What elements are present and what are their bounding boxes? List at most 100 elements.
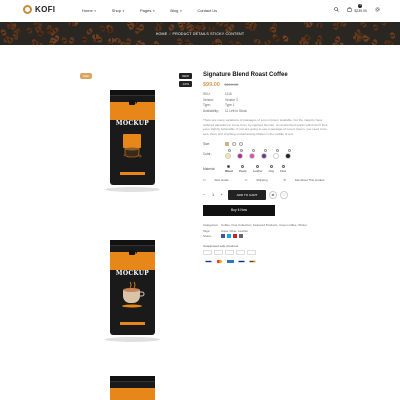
pinterest-icon[interactable] xyxy=(232,234,237,239)
coffee-bag xyxy=(110,376,155,400)
product-meta: SKU: 1116 Vendor: Vendor 3 Type: Type 1 Ava… xyxy=(203,92,383,114)
coffee-bean xyxy=(227,39,236,45)
bag-top xyxy=(110,240,155,246)
material-radio[interactable]: Wood xyxy=(225,165,233,173)
heart-icon[interactable]: ♡ xyxy=(280,191,288,199)
paypal-icon xyxy=(236,249,245,262)
compare-icon[interactable]: ⇄ xyxy=(269,191,277,199)
nav-pages[interactable]: Pages ▼ xyxy=(140,8,155,13)
coffee-bean xyxy=(215,22,224,28)
site-header: KOFI Home ▼ Shop ▼ Pages ▼ Blog ▼ Contact Us… xyxy=(0,0,400,22)
material-radio[interactable]: Plastic xyxy=(239,165,247,173)
swatch-radio xyxy=(287,149,291,152)
color-swatch[interactable] xyxy=(237,149,245,159)
bag-icon xyxy=(347,7,352,12)
size-swatch[interactable] xyxy=(232,142,236,146)
bag-label-text: MOCKUP xyxy=(115,120,150,127)
product-links: ▭ Size Guide ▭ Shipping ✉ Ask About This… xyxy=(203,178,383,182)
swatch-dot xyxy=(237,153,243,159)
quantity-value[interactable]: 1 xyxy=(212,193,214,197)
material-name: Plastic xyxy=(238,169,247,173)
product-description: There are many variations of passages of… xyxy=(203,118,328,136)
product-details: Signature Blend Roast Coffee $99.00 $110… xyxy=(203,72,383,263)
coffee-bean xyxy=(370,38,378,45)
swatch-radio xyxy=(275,149,279,152)
latte-cup-icon xyxy=(122,281,145,308)
product-image-2[interactable]: MOCKUP xyxy=(80,220,195,360)
gear-icon[interactable] xyxy=(375,7,380,14)
truck-icon: ▭ xyxy=(244,178,249,182)
quantity-stepper: − 1 + xyxy=(203,193,223,197)
buy-now-button[interactable]: Buy It Now xyxy=(203,205,275,216)
cart-button[interactable]: 0 xyxy=(347,4,363,14)
size-swatches xyxy=(225,142,246,146)
color-swatch[interactable] xyxy=(273,149,281,159)
search-icon[interactable] xyxy=(334,7,340,14)
header-icons: 0 $239.00 xyxy=(326,4,380,14)
product-image-1[interactable]: Sale NEW -10% MOCKUP xyxy=(80,70,195,210)
share-row: Share: xyxy=(203,234,383,240)
nav-home-label: Home xyxy=(82,8,93,13)
twitter-icon[interactable] xyxy=(226,234,231,239)
plus-icon[interactable]: + xyxy=(221,193,223,197)
size-swatch[interactable] xyxy=(225,142,229,146)
price-block: $99.00 $110.00 xyxy=(203,82,383,88)
mail-icon: ✉ xyxy=(283,178,287,182)
cart-count-badge: 0 xyxy=(358,4,363,8)
nav-blog[interactable]: Blog ▼ xyxy=(170,8,182,13)
meta-key: Availability: xyxy=(203,108,219,113)
coffee-bean xyxy=(386,39,396,45)
chevron-down-icon: ▼ xyxy=(93,8,97,13)
material-radio[interactable]: Leather xyxy=(253,165,262,173)
sale-badge: Sale xyxy=(80,73,93,79)
shipping-label: Shipping xyxy=(256,178,268,182)
swatch-dot xyxy=(249,153,255,159)
size-swatch[interactable] xyxy=(239,142,243,146)
new-badge: NEW xyxy=(178,73,192,79)
product-title: Signature Blend Roast Coffee xyxy=(203,72,288,78)
material-radio[interactable]: Clay xyxy=(268,165,274,173)
bag-shadow xyxy=(105,337,160,342)
color-swatch[interactable] xyxy=(261,149,269,159)
material-name: Clay xyxy=(268,169,275,173)
size-guide-link[interactable]: ▭ Size Guide xyxy=(203,178,237,182)
cart-total[interactable]: $239.00 xyxy=(354,9,367,13)
color-swatch[interactable] xyxy=(249,149,257,159)
breadcrumb-separator: / xyxy=(169,32,171,36)
color-swatch[interactable] xyxy=(225,149,233,159)
coffee-bean xyxy=(379,22,388,27)
breadcrumb-current: PRODUCT DETAILS STICKY CONTENT xyxy=(172,32,245,36)
product-image-3[interactable] xyxy=(80,370,195,400)
color-swatch[interactable] xyxy=(285,149,293,159)
breadcrumb: HOME / PRODUCT DETAILS STICKY CONTENT xyxy=(0,32,400,36)
meta-value: 11 Left In Stock xyxy=(225,108,247,113)
bag-top xyxy=(110,90,155,96)
coffee-bean xyxy=(81,35,88,44)
swatch-radio xyxy=(227,149,231,152)
logo[interactable]: KOFI xyxy=(23,5,55,14)
coffee-bean xyxy=(298,39,306,45)
breadcrumb-home[interactable]: HOME xyxy=(156,32,168,36)
page-banner: HOME / PRODUCT DETAILS STICKY CONTENT xyxy=(0,22,400,45)
minus-icon[interactable]: − xyxy=(203,193,205,197)
nav-shop-label: Shop xyxy=(111,8,121,13)
coffee-bean xyxy=(253,38,262,45)
nav-shop[interactable]: Shop ▼ xyxy=(112,8,125,13)
swatch-dot xyxy=(273,153,279,159)
radio-dot xyxy=(256,165,260,168)
chevron-down-icon: ▼ xyxy=(152,8,156,13)
product-info: Categories: Coffee, Fine Collection, Feat… xyxy=(203,223,383,240)
mail-share-icon[interactable] xyxy=(238,234,243,239)
nav-contact[interactable]: Contact Us xyxy=(197,8,217,13)
add-to-cart-button[interactable]: ADD TO CART xyxy=(228,190,266,200)
shipping-link[interactable]: ▭ Shipping xyxy=(245,178,276,182)
nav-home[interactable]: Home ▼ xyxy=(82,8,97,13)
swatch-radio xyxy=(239,149,243,152)
bag-bottom-label xyxy=(120,172,145,175)
facebook-icon[interactable] xyxy=(221,234,225,239)
ask-link[interactable]: ✉ Ask About This product xyxy=(284,178,333,182)
bag-top xyxy=(110,376,155,382)
bag-band xyxy=(110,388,155,400)
size-label: Size: xyxy=(203,142,211,146)
material-radio[interactable]: Fiber xyxy=(280,165,286,173)
